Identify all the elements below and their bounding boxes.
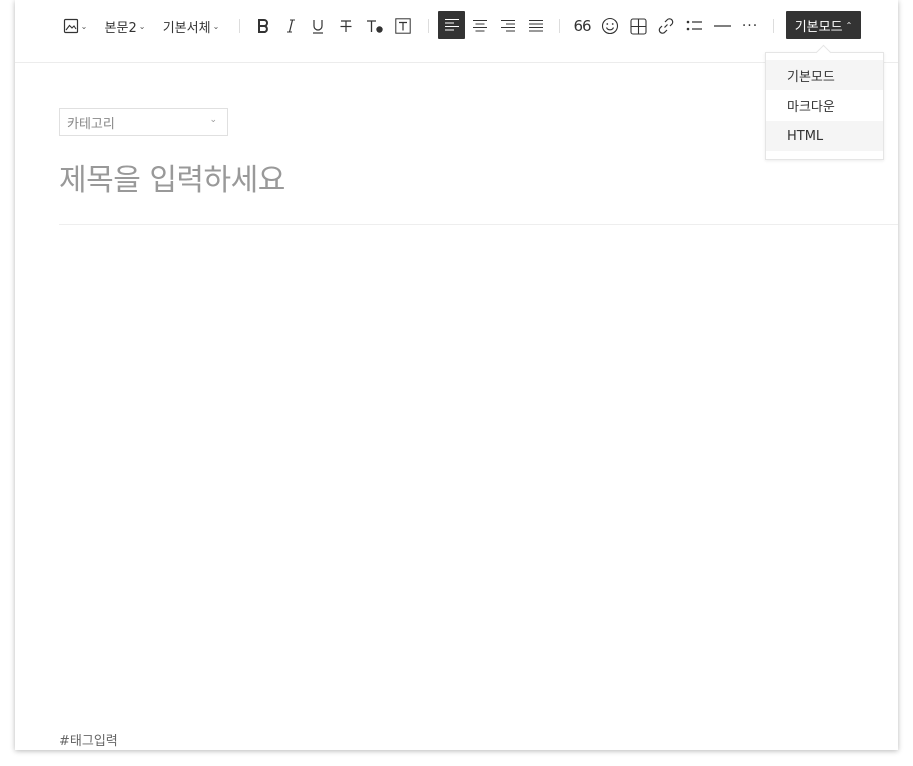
align-center-button[interactable] xyxy=(469,14,491,38)
editor-mode-menu: 기본모드 마크다운 HTML xyxy=(765,44,884,160)
title-divider xyxy=(59,224,898,225)
editor-mode-button[interactable]: 기본모드 ⌃ xyxy=(786,11,861,39)
italic-button[interactable] xyxy=(280,14,302,38)
mode-menu-item-markdown[interactable]: 마크다운 xyxy=(766,90,883,120)
text-background-icon xyxy=(395,18,411,34)
align-left-button[interactable] xyxy=(438,11,465,39)
image-icon xyxy=(63,18,79,34)
mode-menu-item-html[interactable]: HTML xyxy=(766,121,883,151)
align-right-button[interactable] xyxy=(497,14,519,38)
align-left-icon xyxy=(444,18,460,32)
text-color-icon xyxy=(365,18,385,34)
list-button[interactable] xyxy=(683,14,705,38)
table-button[interactable] xyxy=(627,14,649,38)
font-family-select[interactable]: 기본서체 ⌄ xyxy=(159,14,223,38)
editor-mode-label: 기본모드 xyxy=(794,19,843,35)
list-icon xyxy=(686,19,703,33)
align-justify-button[interactable] xyxy=(525,14,547,38)
emoji-icon xyxy=(601,17,619,35)
editor-window: ⌄ 본문2 ⌄ 기본서체 ⌄ 66 ··· 기본모드 ⌃ 기본모드 마크다운 H… xyxy=(15,0,898,750)
link-button[interactable] xyxy=(655,14,677,38)
chevron-down-icon: ⌄ xyxy=(138,21,146,31)
horizontal-rule-icon xyxy=(713,24,731,28)
chevron-up-icon: ⌃ xyxy=(845,20,853,30)
table-icon xyxy=(629,17,647,35)
title-input[interactable]: 제목을 입력하세요 xyxy=(59,155,285,199)
paragraph-style-select[interactable]: 본문2 ⌄ xyxy=(103,14,147,38)
align-right-icon xyxy=(500,19,516,33)
align-center-icon xyxy=(472,19,488,33)
category-placeholder: 카테고리 xyxy=(67,116,115,132)
toolbar-divider xyxy=(559,19,560,33)
quote-icon: 66 xyxy=(573,17,591,35)
more-icon: ··· xyxy=(741,18,759,34)
underline-icon xyxy=(311,18,325,34)
emoji-button[interactable] xyxy=(599,14,621,38)
link-icon xyxy=(657,17,675,35)
quote-button[interactable]: 66 xyxy=(571,14,593,38)
mode-menu-item-basic[interactable]: 기본모드 xyxy=(766,60,883,90)
paragraph-style-label: 본문2 xyxy=(104,20,137,36)
insert-image-button[interactable]: ⌄ xyxy=(61,14,89,38)
chevron-down-icon: ⌄ xyxy=(212,21,220,31)
strikethrough-button[interactable] xyxy=(335,14,357,38)
horizontal-rule-button[interactable] xyxy=(711,14,733,38)
chevron-down-icon: ⌄ xyxy=(80,21,88,31)
font-family-label: 기본서체 xyxy=(162,20,211,36)
bold-icon xyxy=(256,18,270,34)
toolbar-divider xyxy=(239,19,240,33)
toolbar-divider xyxy=(428,19,429,33)
text-background-button[interactable] xyxy=(392,14,414,38)
toolbar-divider xyxy=(773,19,774,33)
align-justify-icon xyxy=(528,19,544,33)
tag-input[interactable]: #태그입력 xyxy=(59,730,118,749)
text-color-button[interactable] xyxy=(363,14,387,38)
chevron-down-icon: ⌄ xyxy=(209,115,217,125)
more-options-button[interactable]: ··· xyxy=(739,14,761,38)
strikethrough-icon xyxy=(339,18,353,34)
italic-icon xyxy=(284,18,298,34)
category-select[interactable]: 카테고리 ⌄ xyxy=(59,108,228,136)
bold-button[interactable] xyxy=(252,14,274,38)
underline-button[interactable] xyxy=(307,14,329,38)
